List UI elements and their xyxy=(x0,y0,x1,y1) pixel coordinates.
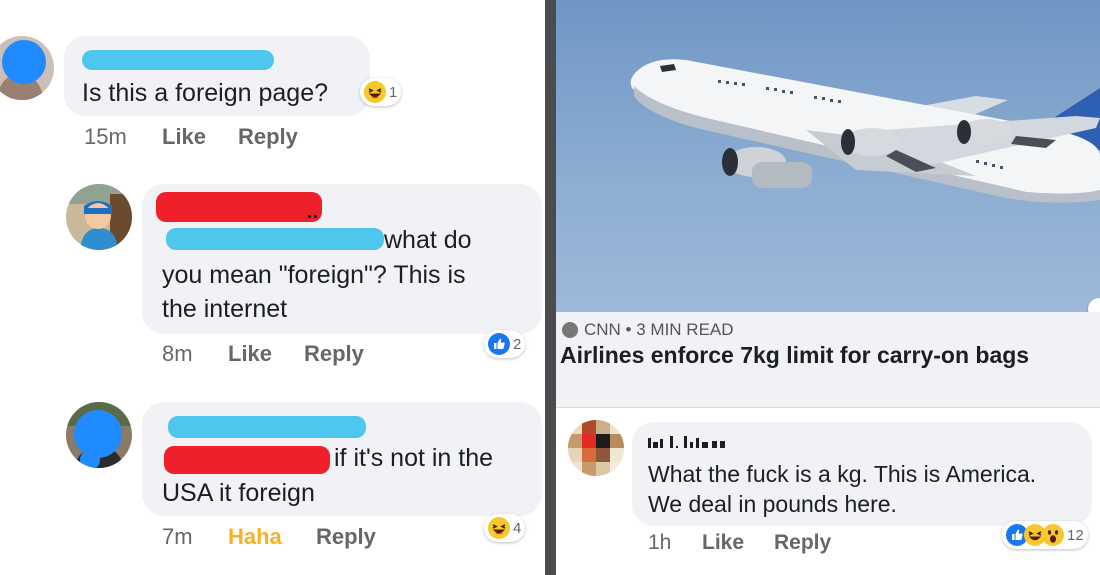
left-comment-thread: Is this a foreign page? 1 15m Like Reply… xyxy=(0,0,545,575)
reaction-summary[interactable]: 4 xyxy=(484,514,526,542)
reaction-count: 12 xyxy=(1067,526,1084,544)
redacted-mention xyxy=(164,446,330,474)
reaction-summary[interactable]: 1 xyxy=(360,78,402,106)
haha-reaction-icon xyxy=(364,81,386,103)
comment-bubble: what do you mean "foreign"? This is the … xyxy=(142,184,542,334)
comment-text: What the fuck is a kg. This is America. xyxy=(648,461,1037,487)
panel-divider xyxy=(545,0,556,575)
comment-timestamp[interactable]: 1h xyxy=(648,531,671,555)
comment-bubble: Is this a foreign page? xyxy=(64,36,370,116)
commenter-avatar[interactable] xyxy=(568,420,624,476)
commenter-avatar[interactable] xyxy=(66,184,132,250)
reaction-count: 4 xyxy=(513,519,522,537)
link-headline[interactable]: Airlines enforce 7kg limit for carry-on … xyxy=(560,342,1029,369)
redacted-username xyxy=(82,50,274,70)
reply-button[interactable]: Reply xyxy=(774,531,831,555)
comment-timestamp[interactable]: 7m xyxy=(162,524,193,550)
link-source-text: CNN • 3 MIN READ xyxy=(584,320,734,339)
comment-text: what do xyxy=(384,226,472,254)
like-reaction-icon xyxy=(488,333,510,355)
redacted-username xyxy=(648,436,725,448)
commenter-avatar[interactable] xyxy=(66,402,132,468)
right-news-post: CNN • 3 MIN READ Airlines enforce 7kg li… xyxy=(556,0,1100,575)
reaction-summary[interactable]: 12 xyxy=(1002,521,1088,549)
airplane-image xyxy=(630,59,1100,203)
comment-bubble: if it's not in the USA it foreign xyxy=(142,402,542,516)
link-source: CNN • 3 MIN READ xyxy=(562,320,734,340)
link-preview-card[interactable]: CNN • 3 MIN READ Airlines enforce 7kg li… xyxy=(556,312,1100,408)
like-button[interactable]: Like xyxy=(702,531,744,555)
reply-button[interactable]: Reply xyxy=(316,524,376,550)
comment-bubble: What the fuck is a kg. This is America. … xyxy=(632,422,1092,526)
comment-timestamp[interactable]: 15m xyxy=(84,124,127,150)
comment-text: if it's not in the xyxy=(334,444,494,472)
comment-text: We deal in pounds here. xyxy=(648,491,897,517)
reply-button[interactable]: Reply xyxy=(304,341,364,367)
reply-button[interactable]: Reply xyxy=(238,124,298,150)
like-button[interactable]: Like xyxy=(162,124,206,150)
wow-reaction-icon xyxy=(1042,524,1064,546)
comment-text: Is this a foreign page? xyxy=(82,79,328,107)
haha-reaction-icon xyxy=(488,517,510,539)
comment-text: you mean "foreign"? This is xyxy=(162,261,466,289)
reaction-count: 1 xyxy=(389,83,398,101)
link-preview-image[interactable] xyxy=(556,0,1100,320)
comment-text: the internet xyxy=(162,295,288,323)
redacted-username xyxy=(168,416,366,438)
like-button[interactable]: Like xyxy=(228,341,272,367)
comment-text: USA it foreign xyxy=(162,479,315,507)
clock-icon xyxy=(562,322,578,338)
reaction-summary[interactable]: 2 xyxy=(484,330,526,358)
haha-button[interactable]: Haha xyxy=(228,524,282,550)
commenter-avatar[interactable] xyxy=(0,36,54,100)
redacted-username xyxy=(156,192,322,222)
comment-timestamp[interactable]: 8m xyxy=(162,341,193,367)
redacted-mention xyxy=(166,228,384,250)
reaction-count: 2 xyxy=(513,335,522,353)
